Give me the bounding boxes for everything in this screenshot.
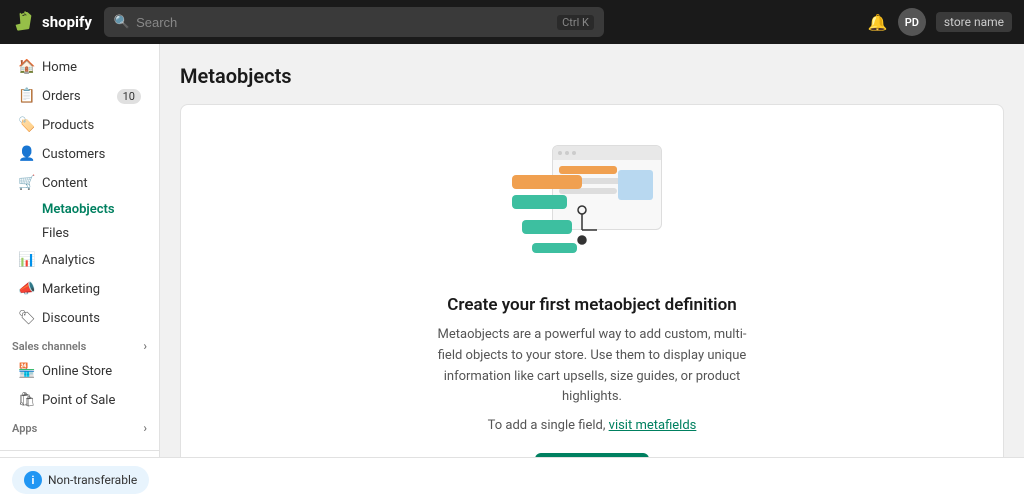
empty-state-description: Metaobjects are a powerful way to add cu… [432, 325, 752, 408]
sidebar-label-marketing: Marketing [42, 282, 100, 297]
store-name[interactable]: store name [936, 12, 1012, 32]
sidebar-label-home: Home [42, 60, 77, 75]
sidebar-item-marketing[interactable]: 📣 Marketing [6, 275, 153, 303]
info-badge: i Non-transferable [12, 466, 149, 494]
keyboard-shortcut: Ctrl K [557, 15, 594, 30]
marketing-icon: 📣 [18, 281, 34, 297]
topbar-right: 🔔 PD store name [868, 8, 1012, 36]
bell-icon[interactable]: 🔔 [868, 13, 888, 32]
discounts-icon: 🏷 [18, 310, 34, 326]
page-title: Metaobjects [180, 64, 1004, 88]
browser-dot-1 [558, 151, 562, 155]
sidebar-label-online-store: Online Store [42, 364, 112, 379]
sidebar-label-discounts: Discounts [42, 311, 100, 326]
sidebar-item-analytics[interactable]: 📊 Analytics [6, 246, 153, 274]
browser-line-orange [559, 166, 617, 174]
browser-image [618, 170, 653, 200]
connector-lines [577, 200, 627, 260]
logo-text: shopify [42, 13, 92, 31]
sidebar-label-orders: Orders [42, 89, 81, 104]
float-card-teal-1 [512, 195, 567, 209]
empty-state-card: Create your first metaobject definition … [180, 104, 1004, 457]
orders-badge: 10 [117, 89, 141, 104]
analytics-icon: 📊 [18, 252, 34, 268]
sidebar-item-customers[interactable]: 👤 Customers [6, 140, 153, 168]
empty-state-title: Create your first metaobject definition [447, 295, 736, 315]
pos-icon: 🛍 [18, 392, 34, 408]
sidebar-item-content[interactable]: 🛒 Content [6, 169, 153, 197]
sales-channels-label: Sales channels [12, 340, 86, 353]
search-icon: 🔍 [114, 15, 130, 30]
search-input[interactable] [136, 15, 551, 30]
sidebar-label-metaobjects: Metaobjects [42, 202, 115, 217]
sidebar-item-home[interactable]: 🏠 Home [6, 53, 153, 81]
browser-dot-2 [565, 151, 569, 155]
sidebar-label-content: Content [42, 176, 88, 191]
float-card-teal-2 [522, 220, 572, 234]
orders-icon: 📋 [18, 88, 34, 104]
browser-dot-3 [572, 151, 576, 155]
info-icon: i [24, 471, 42, 489]
browser-bar [553, 146, 661, 160]
sidebar-item-pos[interactable]: 🛍 Point of Sale [6, 386, 153, 414]
online-store-icon: 🏪 [18, 363, 34, 379]
apps-chevron-icon: › [143, 421, 147, 435]
search-bar[interactable]: 🔍 Ctrl K [104, 7, 604, 37]
sidebar-item-online-store[interactable]: 🏪 Online Store [6, 357, 153, 385]
sidebar-item-products[interactable]: 🏷️ Products [6, 111, 153, 139]
bottom-bar: i Non-transferable [0, 457, 1024, 502]
layout: 🏠 Home 📋 Orders 10 🏷️ Products 👤 Custome… [0, 44, 1024, 457]
content-icon: 🛒 [18, 175, 34, 191]
sidebar-label-products: Products [42, 118, 94, 133]
sidebar-label-analytics: Analytics [42, 253, 95, 268]
float-card-teal-3 [532, 243, 577, 253]
sidebar-sub-files[interactable]: Files [6, 222, 153, 245]
metafields-link[interactable]: visit metafields [609, 418, 697, 433]
sidebar-label-customers: Customers [42, 147, 105, 162]
badge-label: Non-transferable [48, 473, 137, 487]
chevron-right-icon: › [143, 339, 147, 353]
home-icon: 🏠 [18, 59, 34, 75]
shopify-logo: shopify [12, 10, 92, 34]
empty-state-link-text: To add a single field, visit metafields [488, 418, 697, 433]
sidebar-sub-metaobjects[interactable]: Metaobjects [6, 198, 153, 221]
sidebar-item-discounts[interactable]: 🏷 Discounts [6, 304, 153, 332]
main-content: Metaobjects [160, 44, 1024, 457]
customers-icon: 👤 [18, 146, 34, 162]
sidebar: 🏠 Home 📋 Orders 10 🏷️ Products 👤 Custome… [0, 44, 160, 457]
products-icon: 🏷️ [18, 117, 34, 133]
apps-label: Apps [12, 422, 37, 435]
apps-section: Apps › [0, 415, 159, 438]
sidebar-item-orders[interactable]: 📋 Orders 10 [6, 82, 153, 110]
top-bar: shopify 🔍 Ctrl K 🔔 PD store name [0, 0, 1024, 44]
float-card-orange [512, 175, 582, 189]
sidebar-label-files: Files [42, 226, 69, 241]
sales-channels-section: Sales channels › [0, 333, 159, 356]
avatar[interactable]: PD [898, 8, 926, 36]
metaobjects-illustration [512, 145, 672, 275]
sidebar-label-pos: Point of Sale [42, 393, 115, 408]
